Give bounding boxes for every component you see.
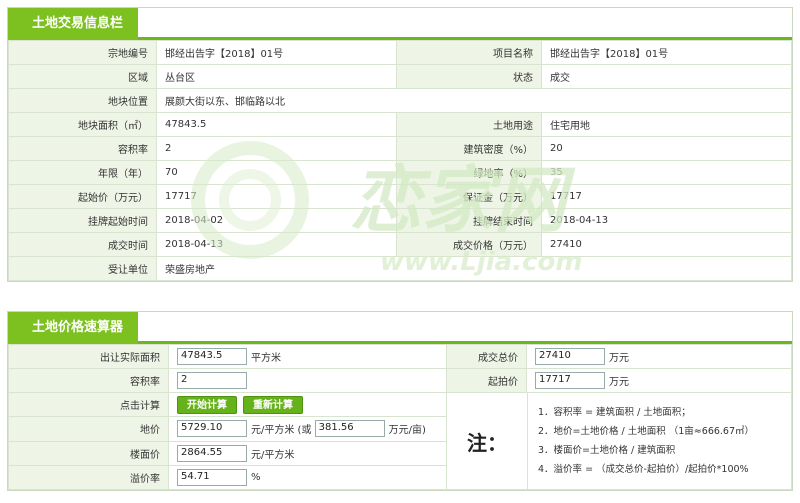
info-value: 邯经出告字【2018】01号 xyxy=(156,40,397,65)
reset-calc-button[interactable]: 重新计算 xyxy=(243,395,303,414)
land-price-mu-output[interactable]: 381.56 xyxy=(314,420,385,438)
price-calculator-section: 土地价格速算器 出让实际面积 47843.5 平方米 成交总价 27410 万元 容… xyxy=(7,311,793,491)
info-value: 邯经出告字【2018】01号 xyxy=(541,40,792,65)
info-value: 2018-04-13 xyxy=(541,208,792,233)
floor-price-cell: 2864.55 元/平方米 xyxy=(168,440,447,466)
note-item: 4．溢价率 = （成交总价-起拍价）/起拍价*100% xyxy=(538,464,749,475)
notes-cell: 注： 1．容积率 = 建筑面积 / 土地面积； 2．地价=土地价格 / 土地面积… xyxy=(446,392,792,490)
start-calc-button[interactable]: 开始计算 xyxy=(177,395,237,414)
area-label: 出让实际面积 xyxy=(8,344,169,369)
info-label: 地块面积（㎡） xyxy=(8,112,157,137)
note-item: 3．楼面价=土地价格 / 建筑面积 xyxy=(538,445,676,456)
start-price-cell: 17717 万元 xyxy=(526,368,792,393)
floor-price-label: 楼面价 xyxy=(8,440,169,466)
premium-label: 溢价率 xyxy=(8,464,169,491)
table-row: 年限（年） 70 绿地率（%） 35 xyxy=(8,160,792,185)
buttons-cell: 开始计算 重新计算 xyxy=(168,391,447,418)
premium-output[interactable]: 54.71 xyxy=(177,468,247,486)
floor-price-output[interactable]: 2864.55 xyxy=(177,444,247,462)
deal-total-cell: 27410 万元 xyxy=(526,344,792,369)
area-input[interactable]: 47843.5 xyxy=(177,348,247,365)
note-item: 1．容积率 = 建筑面积 / 土地面积； xyxy=(538,407,691,418)
info-value: 2018-04-02 xyxy=(156,208,397,233)
note-title: 注： xyxy=(467,430,507,455)
info-value: 2 xyxy=(156,136,397,161)
start-price-label: 起拍价 xyxy=(446,368,527,393)
deal-total-label: 成交总价 xyxy=(446,344,527,369)
calc-header: 土地价格速算器 xyxy=(8,312,792,344)
info-label: 年限（年） xyxy=(8,160,157,185)
land-info-table: 宗地编号 邯经出告字【2018】01号 项目名称 邯经出告字【2018】01号 区域 丛台… xyxy=(8,40,792,281)
info-value: 荣盛房地产 xyxy=(156,256,792,281)
info-label: 宗地编号 xyxy=(8,40,157,65)
note-list: 1．容积率 = 建筑面积 / 土地面积； 2．地价=土地价格 / 土地面积 （1… xyxy=(527,393,754,489)
info-label: 地块位置 xyxy=(8,88,157,113)
calc-table: 出让实际面积 47843.5 平方米 成交总价 27410 万元 容积率 2 起拍价… xyxy=(8,344,792,491)
info-label: 绿地率（%） xyxy=(396,160,542,185)
info-label: 起始价（万元） xyxy=(8,184,157,209)
start-price-input[interactable]: 17717 xyxy=(535,372,605,389)
info-value: 17717 xyxy=(541,184,792,209)
land-price-cell: 5729.10 元/平方米 (或 381.56 万元/亩) xyxy=(168,416,447,442)
deal-total-input[interactable]: 27410 xyxy=(535,348,605,365)
far-cell: 2 xyxy=(168,368,447,393)
table-row: 挂牌起始时间 2018-04-02 挂牌结束时间 2018-04-13 xyxy=(8,208,792,233)
info-value: 70 xyxy=(156,160,397,185)
info-value: 住宅用地 xyxy=(541,112,792,137)
info-label: 受让单位 xyxy=(8,256,157,281)
info-label: 成交时间 xyxy=(8,232,157,257)
table-row: 起始价（万元） 17717 保证金（万元） 17717 xyxy=(8,184,792,209)
info-label: 状态 xyxy=(396,64,542,89)
deal-total-unit: 万元 xyxy=(609,353,629,364)
info-label: 成交价格（万元） xyxy=(396,232,542,257)
area-cell: 47843.5 平方米 xyxy=(168,344,447,369)
table-row: 区域 丛台区 状态 成交 xyxy=(8,64,792,89)
info-label: 挂牌结束时间 xyxy=(396,208,542,233)
far-input[interactable]: 2 xyxy=(177,372,247,389)
table-row: 地块位置 展颜大街以东、邯临路以北 xyxy=(8,88,792,113)
info-label: 保证金（万元） xyxy=(396,184,542,209)
land-info-section: 土地交易信息栏 宗地编号 邯经出告字【2018】01号 项目名称 邯经出告字【2018… xyxy=(7,7,793,282)
info-value: 47843.5 xyxy=(156,112,397,137)
info-label: 建筑密度（%） xyxy=(396,136,542,161)
info-value: 展颜大街以东、邯临路以北 xyxy=(156,88,792,113)
far-label: 容积率 xyxy=(8,368,169,393)
table-row: 容积率 2 建筑密度（%） 20 xyxy=(8,136,792,161)
info-label: 区域 xyxy=(8,64,157,89)
land-price-unit-a: 元/平方米 (或 xyxy=(251,425,312,437)
land-price-unit-b: 万元/亩) xyxy=(388,425,426,437)
land-price-label: 地价 xyxy=(8,416,169,442)
land-price-output[interactable]: 5729.10 xyxy=(177,420,247,438)
land-info-title: 土地交易信息栏 xyxy=(8,8,138,40)
table-row: 成交时间 2018-04-13 成交价格（万元） 27410 xyxy=(8,232,792,257)
start-price-unit: 万元 xyxy=(609,377,629,388)
table-row: 地块面积（㎡） 47843.5 土地用途 住宅用地 xyxy=(8,112,792,137)
info-value: 2018-04-13 xyxy=(156,232,397,257)
info-value: 成交 xyxy=(541,64,792,89)
premium-cell: 54.71% xyxy=(168,464,447,491)
table-row: 宗地编号 邯经出告字【2018】01号 项目名称 邯经出告字【2018】01号 xyxy=(8,40,792,65)
floor-price-unit: 元/平方米 xyxy=(251,449,295,461)
info-label: 容积率 xyxy=(8,136,157,161)
land-info-header: 土地交易信息栏 xyxy=(8,8,792,40)
note-item: 2．地价=土地价格 / 土地面积 （1亩≈666.67㎡） xyxy=(538,426,755,437)
info-value: 27410 xyxy=(541,232,792,257)
premium-unit: % xyxy=(251,471,261,483)
info-value: 35 xyxy=(541,160,792,185)
info-label: 挂牌起始时间 xyxy=(8,208,157,233)
info-value: 17717 xyxy=(156,184,397,209)
area-unit: 平方米 xyxy=(251,353,281,364)
calc-title: 土地价格速算器 xyxy=(8,312,138,344)
info-label: 土地用途 xyxy=(396,112,542,137)
table-row: 受让单位 荣盛房地产 xyxy=(8,256,792,281)
click-calc-label: 点击计算 xyxy=(8,391,169,418)
info-value: 丛台区 xyxy=(156,64,397,89)
info-label: 项目名称 xyxy=(396,40,542,65)
info-value: 20 xyxy=(541,136,792,161)
